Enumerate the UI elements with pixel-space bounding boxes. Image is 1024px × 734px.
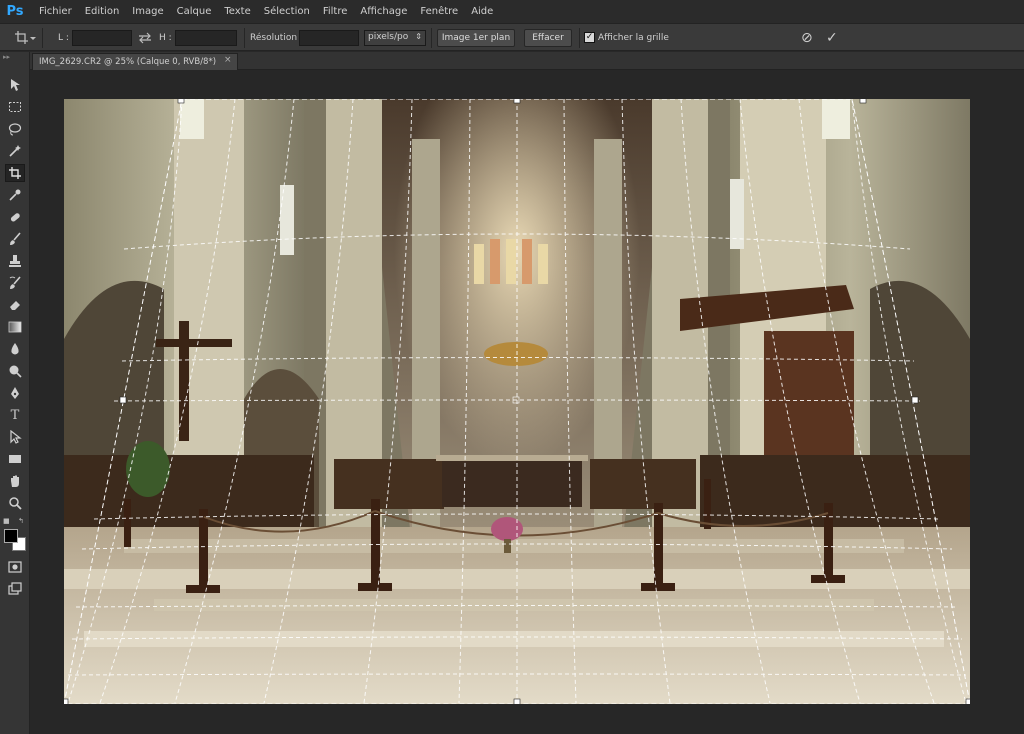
- app-logo: Ps: [6, 4, 24, 19]
- width-field[interactable]: [72, 30, 132, 46]
- menu-aide[interactable]: Aide: [471, 6, 493, 17]
- pen-icon[interactable]: [5, 384, 25, 402]
- resolution-label: Résolution :: [250, 33, 303, 43]
- collapse-toolbar-icon[interactable]: ▸▸: [3, 53, 10, 61]
- commit-check-icon[interactable]: ✓: [826, 24, 838, 52]
- crop-preset-icon: [15, 31, 36, 44]
- rectangle-icon[interactable]: [5, 450, 25, 468]
- dodge-icon[interactable]: [5, 362, 25, 380]
- document-canvas[interactable]: [64, 99, 970, 704]
- separator: [42, 28, 43, 48]
- eraser-icon[interactable]: [5, 296, 25, 314]
- swap-dimensions-icon[interactable]: [137, 24, 153, 52]
- resolution-unit-value: pixels/po: [368, 32, 409, 42]
- screen-mode-icon[interactable]: [5, 580, 25, 598]
- crop-icon[interactable]: [5, 164, 25, 182]
- show-grid-checkbox[interactable]: ✓: [584, 32, 595, 43]
- hand-icon[interactable]: [5, 472, 25, 490]
- tool-preset-picker[interactable]: [14, 24, 36, 52]
- menu-fichier[interactable]: Fichier: [39, 6, 72, 17]
- swap-colors-icon[interactable]: ↰: [18, 517, 24, 525]
- marquee-icon[interactable]: [5, 98, 25, 116]
- width-label: L :: [58, 33, 69, 43]
- height-field[interactable]: [175, 30, 237, 46]
- blur-icon[interactable]: [5, 340, 25, 358]
- menu-edition[interactable]: Edition: [85, 6, 120, 17]
- menu-affichage[interactable]: Affichage: [360, 6, 407, 17]
- clear-button[interactable]: Effacer: [524, 29, 572, 47]
- menu-selection[interactable]: Sélection: [264, 6, 310, 17]
- options-bar: L : H : Résolution : pixels/po ⇕ Image 1…: [0, 23, 1024, 51]
- default-colors-icon[interactable]: ■: [3, 517, 10, 525]
- cancel-icon[interactable]: ⊘: [801, 24, 813, 52]
- gradient-icon[interactable]: [5, 318, 25, 336]
- separator: [244, 28, 245, 48]
- menu-texte[interactable]: Texte: [224, 6, 250, 17]
- separator: [431, 28, 432, 48]
- document-tab-bar: IMG_2629.CR2 @ 25% (Calque 0, RVB/8*): [30, 52, 1024, 70]
- eyedropper-icon[interactable]: [5, 186, 25, 204]
- photoshop-window: Ps Fichier Edition Image Calque Texte Sé…: [0, 0, 1024, 734]
- resolution-unit-select[interactable]: pixels/po ⇕: [364, 30, 426, 46]
- menu-fenetre[interactable]: Fenêtre: [420, 6, 458, 17]
- quick-mask-icon[interactable]: [5, 558, 25, 576]
- menu-filtre[interactable]: Filtre: [323, 6, 348, 17]
- clone-stamp-icon[interactable]: [5, 252, 25, 270]
- front-image-button[interactable]: Image 1er plan: [437, 29, 515, 47]
- height-label: H :: [159, 33, 172, 43]
- path-selection-icon[interactable]: [5, 428, 25, 446]
- history-brush-icon[interactable]: [5, 274, 25, 292]
- lasso-icon[interactable]: [5, 120, 25, 138]
- move-icon[interactable]: [5, 76, 25, 94]
- tools-panel: ▸▸ T ■ ↰: [0, 52, 30, 734]
- healing-brush-icon[interactable]: [5, 208, 25, 226]
- type-icon[interactable]: T: [5, 406, 25, 424]
- resolution-field[interactable]: [299, 30, 359, 46]
- brush-icon[interactable]: [5, 230, 25, 248]
- zoom-icon[interactable]: [5, 494, 25, 512]
- close-icon[interactable]: ×: [224, 55, 232, 65]
- document-tab[interactable]: IMG_2629.CR2 @ 25% (Calque 0, RVB/8*): [32, 53, 238, 70]
- menu-bar: Ps Fichier Edition Image Calque Texte Sé…: [0, 0, 1024, 23]
- chevron-down-icon: ⇕: [415, 32, 422, 41]
- menu-calque[interactable]: Calque: [177, 6, 212, 17]
- document-tab-title: IMG_2629.CR2 @ 25% (Calque 0, RVB/8*): [39, 57, 217, 67]
- show-grid-label: Afficher la grille: [598, 33, 669, 43]
- menu-image[interactable]: Image: [132, 6, 163, 17]
- magic-wand-icon[interactable]: [5, 142, 25, 160]
- separator: [579, 28, 580, 48]
- foreground-color-swatch[interactable]: [4, 529, 18, 543]
